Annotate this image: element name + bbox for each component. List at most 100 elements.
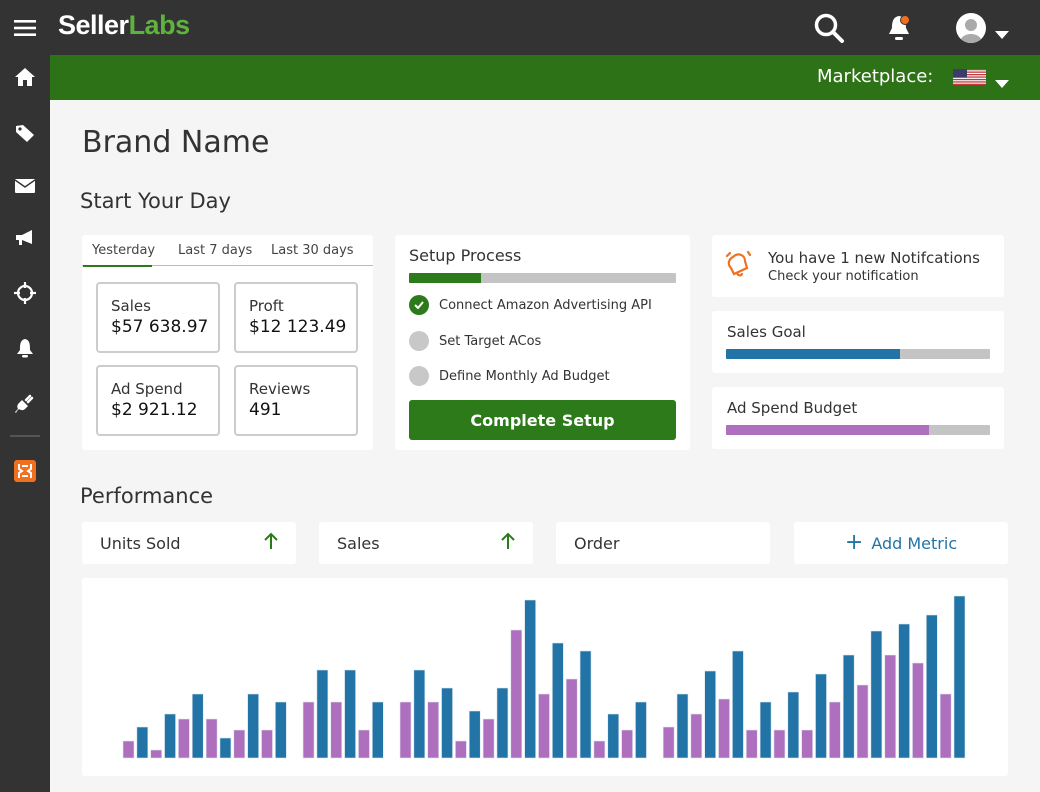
bar-purple — [427, 701, 440, 759]
bar-blue — [815, 673, 827, 759]
bar-purple — [358, 729, 370, 759]
bar-purple — [939, 693, 952, 759]
metric-label: Sales — [337, 533, 380, 553]
goal-label: Ad Spend Budget — [727, 399, 858, 417]
setup-step-ad-budget[interactable]: Define Monthly Ad Budget — [409, 366, 610, 386]
menu-icon[interactable] — [13, 16, 37, 40]
setup-title: Setup Process — [409, 246, 522, 265]
stat-value: 491 — [249, 400, 282, 420]
app-icon[interactable] — [13, 459, 37, 483]
page-title: Brand Name — [82, 125, 270, 160]
goal-label: Sales Goal — [727, 323, 806, 341]
bar-purple — [399, 701, 412, 759]
bar-purple — [538, 693, 550, 759]
stat-value: $57 638.97 — [111, 317, 209, 337]
metric-units-sold[interactable]: Units Sold — [82, 522, 296, 564]
bar-blue — [468, 710, 481, 759]
marketplace-chevron-down-icon[interactable] — [995, 73, 1009, 92]
bar-purple — [205, 718, 218, 759]
bar-purple — [745, 729, 758, 759]
stat-label: Sales — [111, 297, 151, 315]
bar-blue — [552, 642, 564, 759]
marketplace-label: Marketplace: — [817, 66, 934, 87]
check-circle-icon — [409, 295, 429, 315]
ad-spend-budget-card: Ad Spend Budget — [712, 387, 1004, 449]
add-metric-label: Add Metric — [871, 533, 958, 553]
bar-blue — [925, 614, 938, 759]
notification-title: You have 1 new Notifcations — [768, 249, 980, 267]
bar-blue — [524, 599, 536, 759]
setup-step-connect-api[interactable]: Connect Amazon Advertising API — [409, 295, 652, 315]
bar-purple — [912, 662, 924, 759]
bar-blue — [732, 650, 744, 759]
bar-purple — [178, 718, 190, 759]
setup-process-card: Setup Process Connect Amazon Advertising… — [395, 235, 690, 450]
metric-sales[interactable]: Sales — [319, 522, 533, 564]
complete-setup-button[interactable]: Complete Setup — [409, 400, 676, 440]
setup-progress-bar — [409, 273, 676, 283]
home-icon[interactable] — [13, 65, 37, 89]
bar-purple — [122, 740, 135, 759]
tab-last-7-days[interactable]: Last 7 days — [178, 243, 252, 258]
notification-card[interactable]: You have 1 new Notifcations Check your n… — [712, 235, 1004, 297]
bar-blue — [136, 726, 149, 759]
user-avatar[interactable] — [955, 12, 987, 48]
empty-circle-icon — [409, 331, 429, 351]
metric-label: Order — [574, 533, 620, 553]
sales-goal-card: Sales Goal — [712, 311, 1004, 373]
stat-value: $12 123.49 — [249, 317, 347, 337]
sellerlabs-logo[interactable]: SellerLabs — [58, 10, 190, 41]
bar-purple — [856, 684, 869, 759]
metric-label: Units Sold — [100, 533, 181, 553]
bar-blue — [316, 669, 329, 759]
bar-purple — [302, 701, 315, 759]
bar-purple — [330, 701, 343, 759]
bar-blue — [953, 595, 966, 759]
step-label: Define Monthly Ad Budget — [439, 368, 610, 384]
search-icon[interactable] — [813, 12, 845, 48]
bar-purple — [565, 678, 578, 759]
bar-blue — [676, 693, 689, 759]
setup-step-target-acos[interactable]: Set Target ACos — [409, 331, 541, 351]
bar-blue — [898, 623, 910, 759]
user-menu-chevron-down-icon[interactable] — [995, 24, 1009, 43]
bar-blue — [191, 693, 204, 759]
bar-purple — [829, 701, 841, 759]
bar-purple — [233, 729, 246, 759]
notifications-bell-icon[interactable] — [884, 12, 916, 48]
bell-icon[interactable] — [13, 336, 37, 360]
metric-order[interactable]: Order — [556, 522, 770, 564]
megaphone-icon[interactable] — [13, 226, 37, 250]
us-flag-icon[interactable] — [953, 69, 986, 89]
bar-blue — [371, 701, 384, 759]
bar-purple — [621, 729, 633, 759]
mail-icon[interactable] — [13, 174, 37, 198]
add-metric-button[interactable]: + Add Metric — [794, 522, 1008, 564]
bar-purple — [690, 713, 703, 759]
bar-blue — [441, 687, 453, 759]
stat-sales: Sales $57 638.97 — [96, 282, 220, 353]
tag-icon[interactable] — [13, 121, 37, 145]
bar-blue — [344, 669, 356, 759]
sales-goal-progress — [726, 349, 990, 359]
plus-icon: + — [844, 530, 864, 555]
bar-purple — [801, 729, 813, 759]
plug-icon[interactable] — [13, 391, 37, 415]
bar-purple — [662, 726, 675, 759]
crosshair-icon[interactable] — [13, 281, 37, 305]
arrow-up-icon — [264, 532, 278, 554]
performance-chart — [82, 578, 1008, 776]
bar-blue — [635, 701, 647, 759]
tab-yesterday[interactable]: Yesterday — [92, 243, 155, 258]
bar-purple — [482, 718, 495, 759]
stat-label: Proft — [249, 297, 284, 315]
sidebar-divider — [10, 435, 40, 437]
tab-last-30-days[interactable]: Last 30 days — [271, 243, 354, 258]
stat-value: $2 921.12 — [111, 400, 198, 420]
bar-blue — [759, 701, 772, 759]
bar-blue — [704, 670, 717, 759]
bar-blue — [496, 687, 509, 759]
bar-purple — [718, 698, 730, 759]
stat-ad-spend: Ad Spend $2 921.12 — [96, 365, 220, 436]
bar-blue — [275, 701, 287, 759]
